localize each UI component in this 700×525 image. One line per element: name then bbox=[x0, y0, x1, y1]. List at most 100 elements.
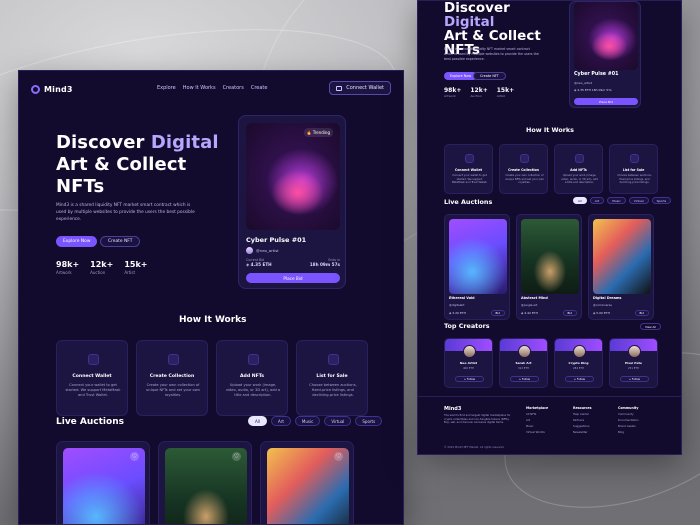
how-card-title: Add NFTs bbox=[240, 374, 264, 379]
heart-icon[interactable]: ♡ bbox=[232, 452, 241, 461]
mini-stat: 98k+ Artwork bbox=[444, 87, 461, 98]
filter-chip-music[interactable]: Music bbox=[294, 416, 321, 426]
stat-label: Artwork bbox=[56, 270, 72, 275]
top-creators-title: Top Creators bbox=[444, 322, 490, 330]
mini-bid-button[interactable]: Bid bbox=[634, 310, 649, 316]
featured-nft-creator: @neo_artist bbox=[246, 247, 279, 254]
creator-card[interactable]: Crypto King 284 ETH + Follow bbox=[554, 338, 603, 388]
mini-auction-image[interactable] bbox=[449, 219, 507, 294]
creator-card[interactable]: Neo Artist 400 ETH + Follow bbox=[444, 338, 493, 388]
footer-link[interactable]: Brand Assets bbox=[618, 424, 639, 428]
filter-chip-sports[interactable]: Sports bbox=[355, 416, 383, 426]
follow-button[interactable]: + Follow bbox=[455, 376, 484, 382]
footer-link[interactable]: Partners bbox=[573, 418, 592, 422]
nav-link-creators[interactable]: Creators bbox=[223, 85, 244, 91]
mini-featured-nft-image[interactable] bbox=[574, 2, 638, 70]
creator-card[interactable]: Sarah Art 312 ETH + Follow bbox=[499, 338, 548, 388]
mini-how-card-desc: Create your own collection of unique NFT… bbox=[505, 174, 544, 185]
how-card-desc: Connect your wallet to get started. We s… bbox=[65, 383, 121, 397]
bid-info: Current Bid ◈ 4.35 ETH Ends in 18h 09m 5… bbox=[246, 258, 340, 267]
explore-now-button[interactable]: Explore Now bbox=[56, 236, 98, 247]
avatar bbox=[628, 345, 641, 358]
nav-link-create[interactable]: Create bbox=[251, 85, 268, 91]
mini-featured-nft-card[interactable]: Cyber Pulse #01 @neo_artist ◈ 4.35 ETH 1… bbox=[569, 1, 641, 108]
mini-how-card-desc: Connect your wallet to get started. We s… bbox=[451, 174, 488, 185]
mini-auction-card[interactable]: Ethereal Void @digitalart ◈ 3.20 ETH Bid bbox=[444, 214, 510, 320]
live-auctions-title: Live Auctions bbox=[56, 417, 124, 427]
mini-filter-chip-virtual[interactable]: Virtual bbox=[628, 197, 649, 204]
heart-icon[interactable]: ♡ bbox=[130, 452, 139, 461]
auction-card[interactable]: ♡ bbox=[56, 441, 150, 524]
filter-chip-art[interactable]: Art bbox=[270, 416, 291, 426]
mini-auction-image[interactable] bbox=[521, 219, 579, 294]
mini-hero-subtitle: Mind3 is a shared liquidity NFT market s… bbox=[444, 47, 539, 61]
connect-wallet-button[interactable]: Connect Wallet bbox=[329, 81, 391, 95]
hero-title-line: NFTs bbox=[56, 176, 105, 197]
footer-link[interactable]: Newsletter bbox=[573, 430, 592, 434]
trending-badge: 🔥 Trending bbox=[303, 128, 333, 137]
footer-brand[interactable]: Mind3 bbox=[444, 406, 461, 412]
creator-name: Pixel Pete bbox=[625, 361, 642, 365]
how-it-works-title: How It Works bbox=[179, 315, 247, 325]
heart-icon[interactable]: ♡ bbox=[334, 452, 343, 461]
mini-auction-card[interactable]: Digital Dreams @comicverse ◈ 5.00 ETH Bi… bbox=[588, 214, 654, 320]
follow-button[interactable]: + Follow bbox=[510, 376, 539, 382]
brand-name: Mind3 bbox=[44, 84, 73, 94]
mini-bid-button[interactable]: Bid bbox=[490, 310, 505, 316]
stat-value: 98k+ bbox=[444, 87, 462, 94]
view-all-creators-button[interactable]: View All bbox=[640, 323, 661, 330]
mini-how-card-title: Create Collection bbox=[508, 168, 539, 172]
mini-auction-card[interactable]: Abstract Mind @jungle.art ◈ 4.42 ETH Bid bbox=[516, 214, 582, 320]
mini-auction-title: Digital Dreams bbox=[593, 296, 622, 300]
mini-auction-image[interactable] bbox=[593, 219, 651, 294]
creator-card[interactable]: Pixel Pete 251 ETH + Follow bbox=[609, 338, 658, 388]
live-auctions-row: ♡ ♡ ♡ bbox=[56, 441, 354, 524]
mini-filter-chip-music[interactable]: Music bbox=[607, 197, 626, 204]
stat-value: 98k+ bbox=[56, 260, 80, 269]
filter-chip-virtual[interactable]: Virtual bbox=[324, 416, 352, 426]
featured-nft-image[interactable] bbox=[246, 123, 340, 230]
mini-bid-button[interactable]: Bid bbox=[562, 310, 577, 316]
stat-artist: 15k+ Artist bbox=[124, 260, 147, 275]
creator-sales: 284 ETH bbox=[573, 367, 584, 370]
featured-nft-title: Cyber Pulse #01 bbox=[246, 236, 307, 244]
auction-card[interactable]: ♡ bbox=[260, 441, 354, 524]
nav-link-explore[interactable]: Explore bbox=[157, 85, 176, 91]
filter-chip-all[interactable]: All bbox=[248, 416, 267, 426]
follow-button[interactable]: + Follow bbox=[565, 376, 594, 382]
mini-filter-chip-sports[interactable]: Sports bbox=[651, 197, 672, 204]
mini-filter-chip-art[interactable]: Art bbox=[589, 197, 605, 204]
mini-create-nft-button[interactable]: Create NFT bbox=[473, 72, 506, 80]
nav-link-how-it-works[interactable]: How It Works bbox=[183, 85, 216, 91]
footer-link[interactable]: Blog bbox=[618, 430, 639, 434]
brand-logo[interactable]: Mind3 bbox=[31, 84, 73, 94]
footer-link[interactable]: Art bbox=[526, 418, 548, 422]
create-nft-button[interactable]: Create NFT bbox=[100, 236, 141, 247]
footer-link[interactable]: Suggestions bbox=[573, 424, 592, 428]
footer-link[interactable]: Help Center bbox=[573, 412, 592, 416]
mini-place-bid-button[interactable]: Place Bid bbox=[574, 98, 638, 105]
footer-link[interactable]: Community bbox=[618, 412, 639, 416]
ends-in-value: 18h 09m 57s bbox=[309, 262, 340, 267]
hero-title-word: Discover bbox=[56, 132, 145, 153]
footer-description: The world's first and largest digital ma… bbox=[444, 414, 511, 425]
creator-sales: 400 ETH bbox=[463, 367, 474, 370]
avatar bbox=[573, 345, 586, 358]
mini-filter-chip-all[interactable]: All bbox=[573, 197, 587, 204]
footer-link[interactable]: All NFTs bbox=[526, 412, 548, 416]
mini-auction-price: ◈ 3.20 ETH bbox=[449, 311, 466, 315]
featured-nft-card[interactable]: 🔥 Trending Cyber Pulse #01 @neo_artist C… bbox=[238, 115, 346, 289]
mini-auction-creator: @comicverse bbox=[593, 303, 612, 307]
mini-how-card: Add NFTs Upload your work (image, video,… bbox=[554, 144, 603, 194]
footer-column-resources: Resources Help Center Partners Suggestio… bbox=[573, 406, 592, 434]
footer-link[interactable]: Virtual Worlds bbox=[526, 430, 548, 434]
place-bid-button[interactable]: Place Bid bbox=[246, 273, 340, 283]
footer-link[interactable]: Music bbox=[526, 424, 548, 428]
mini-how-it-works-title: How It Works bbox=[526, 126, 574, 134]
auction-card[interactable]: ♡ bbox=[158, 441, 252, 524]
folder-icon bbox=[168, 354, 179, 365]
nav-links: Explore How It Works Creators Create bbox=[157, 85, 267, 91]
footer-column-heading: Community bbox=[618, 406, 639, 410]
follow-button[interactable]: + Follow bbox=[620, 376, 649, 382]
footer-link[interactable]: Documentation bbox=[618, 418, 639, 422]
